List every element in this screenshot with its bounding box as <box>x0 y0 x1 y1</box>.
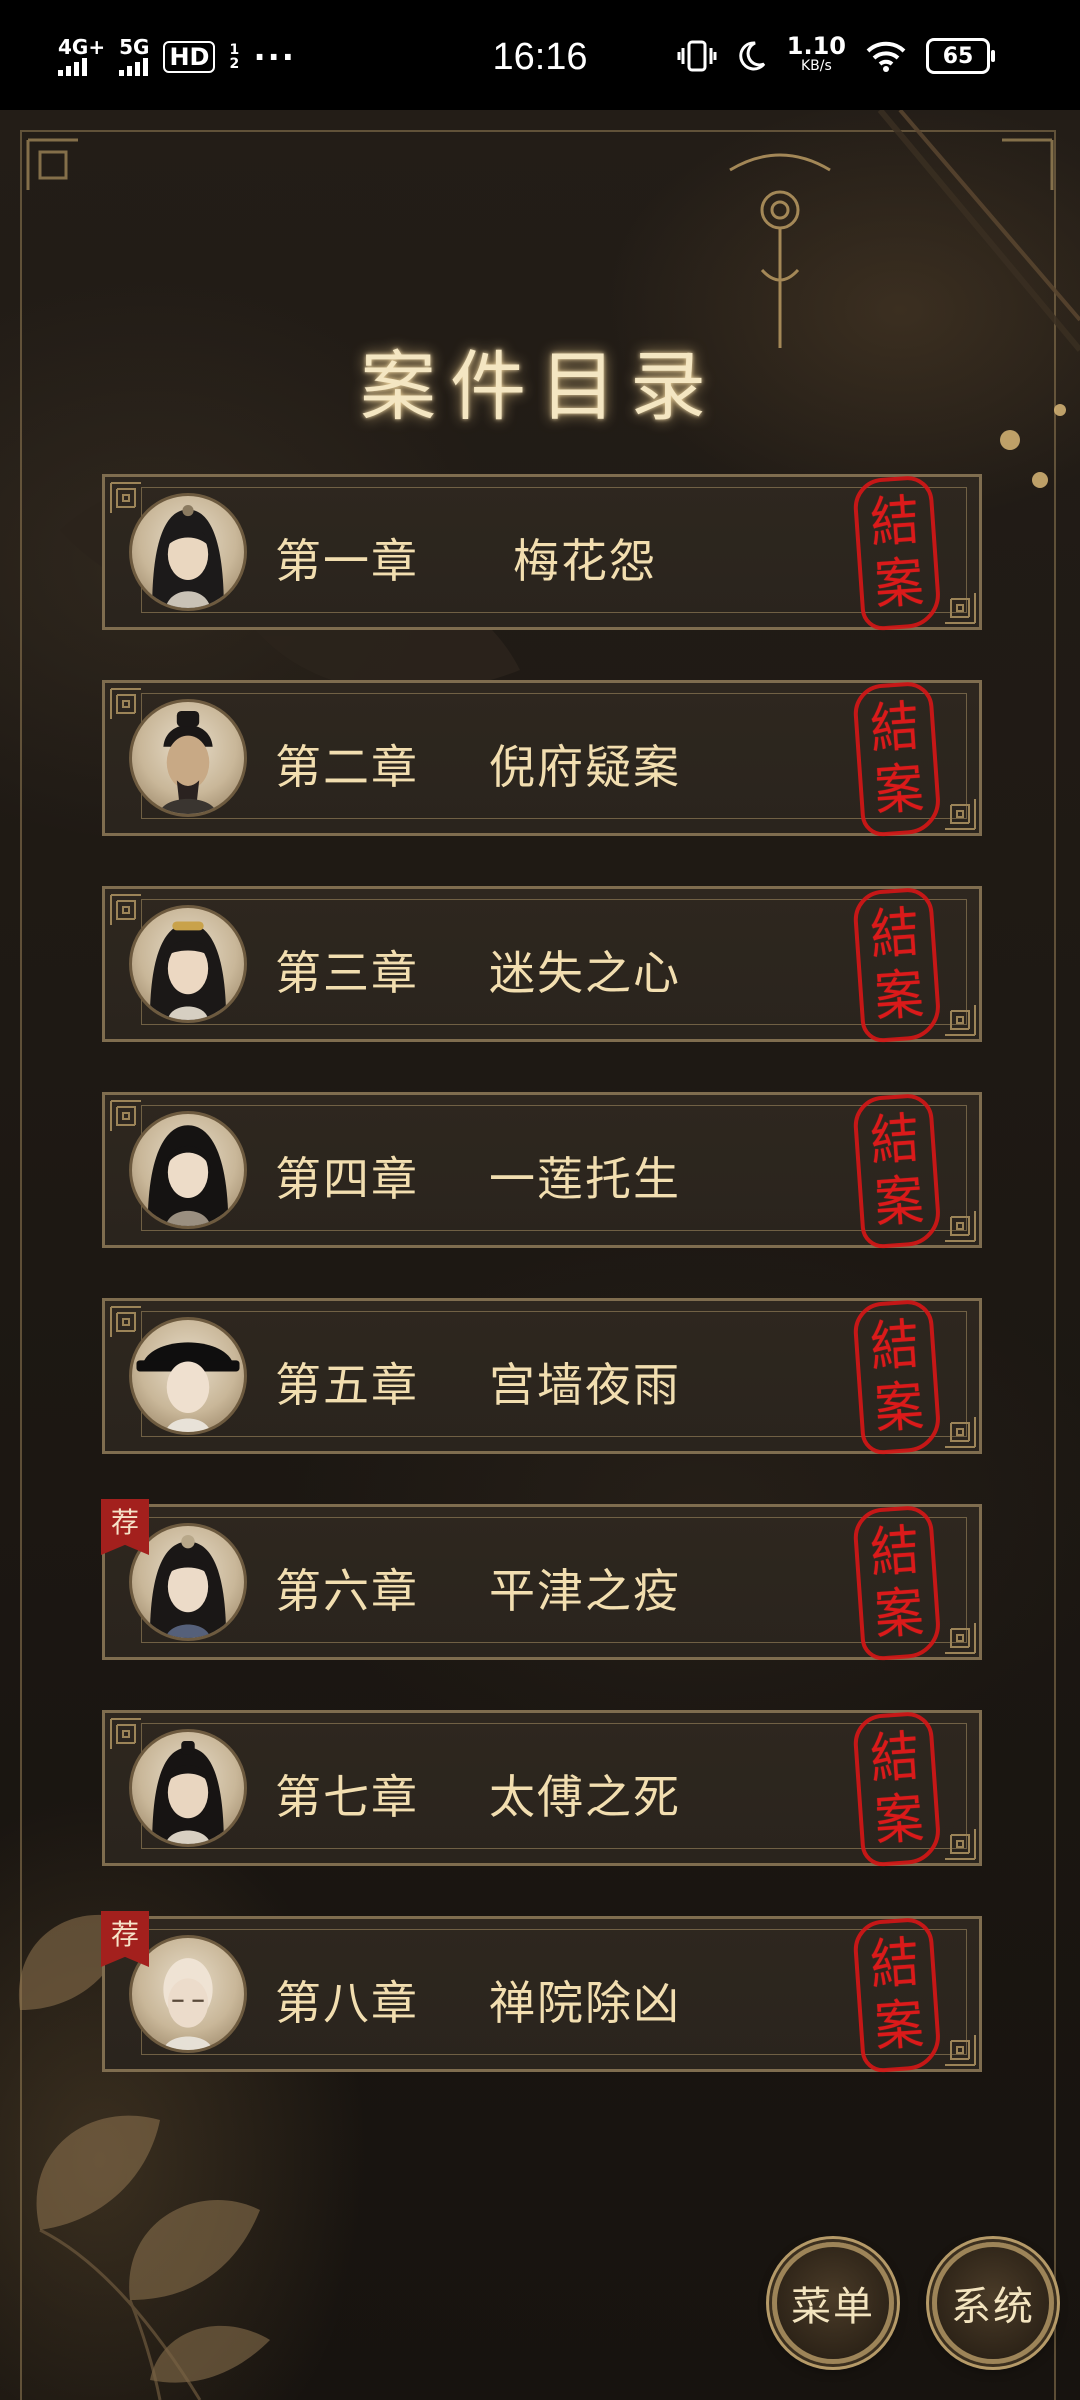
chapter-row-2[interactable]: 第二章 倪府疑案 結 案 <box>102 680 982 838</box>
stamp-char-top: 結 <box>868 900 922 967</box>
lattice-corner-icon <box>110 1100 141 1131</box>
stamp-char-bottom: 案 <box>872 1786 926 1853</box>
stamp-char-bottom: 案 <box>872 756 926 823</box>
stamp-char-top: 結 <box>868 1312 922 1379</box>
chapter-title: 梅花怨 <box>513 534 657 588</box>
chapter-number: 第二章 <box>275 740 419 794</box>
lattice-corner-icon <box>945 1829 976 1860</box>
chapter-row-7[interactable]: 第七章 太傅之死 結 案 <box>102 1710 982 1868</box>
chapter-title: 迷失之心 <box>489 946 681 1000</box>
chapter-title: 一莲托生 <box>489 1152 681 1206</box>
case-closed-stamp: 結 案 <box>851 1298 943 1456</box>
speed-unit: KB/s <box>800 58 832 74</box>
character-avatar <box>129 1317 247 1435</box>
case-closed-stamp: 結 案 <box>851 886 943 1044</box>
case-closed-stamp: 結 案 <box>851 474 943 632</box>
chapter-title: 平津之疫 <box>489 1564 681 1618</box>
chapter-row-8[interactable]: 荐 第八章 禅院除凶 結 案 <box>101 1911 982 2074</box>
chapter-title: 倪府疑案 <box>489 740 681 794</box>
stamp-char-top: 結 <box>868 1724 922 1791</box>
chapter-title: 太傅之死 <box>489 1770 681 1824</box>
character-avatar <box>129 493 247 611</box>
lattice-corner-icon <box>110 1306 141 1337</box>
stamp-char-bottom: 案 <box>872 1992 926 2059</box>
case-closed-stamp: 結 案 <box>851 1710 943 1868</box>
wifi-icon <box>866 41 906 72</box>
case-closed-stamp: 結 案 <box>851 680 943 838</box>
stamp-char-bottom: 案 <box>872 1580 926 1647</box>
stamp-char-bottom: 案 <box>872 962 926 1029</box>
character-avatar <box>129 905 247 1023</box>
speed-value: 1.10 <box>786 32 846 60</box>
chapter-row-3[interactable]: 第三章 迷失之心 結 案 <box>102 886 982 1044</box>
vibrate-icon <box>677 40 717 72</box>
stamp-char-top: 結 <box>868 488 922 555</box>
lattice-corner-icon <box>945 1211 976 1242</box>
lattice-corner-icon <box>110 894 141 925</box>
recommended-tag: 荐 <box>101 1499 149 1555</box>
chapter-row-4[interactable]: 第四章 一莲托生 結 案 <box>102 1092 982 1250</box>
moon-icon <box>739 41 765 71</box>
character-avatar <box>129 699 247 817</box>
lattice-corner-icon <box>110 482 141 513</box>
chapter-number: 第三章 <box>275 946 419 1000</box>
battery-level: 65 <box>942 43 974 69</box>
case-catalog-screen: 案件目录 第一章 梅花怨 結 案 第二章 倪府疑案 結 案 第三章 迷失之心 結… <box>0 110 1080 2400</box>
chapter-number: 第六章 <box>275 1564 419 1618</box>
chapter-number: 第五章 <box>275 1358 419 1412</box>
case-closed-stamp: 結 案 <box>851 1504 943 1662</box>
chapter-row-6[interactable]: 荐 第六章 平津之疫 結 案 <box>101 1499 982 1662</box>
stamp-char-top: 結 <box>868 1106 922 1173</box>
lattice-corner-icon <box>945 2035 976 2066</box>
lattice-corner-icon <box>945 1005 976 1036</box>
stamp-char-bottom: 案 <box>872 1374 926 1441</box>
stamp-char-bottom: 案 <box>872 1168 926 1235</box>
status-bar: 4G+ 5G HD 1 2 ··· 16:16 1.10 KB/s 65 <box>0 0 1080 110</box>
status-right: 1.10 KB/s 65 <box>677 32 995 76</box>
case-closed-stamp: 結 案 <box>851 1916 943 2074</box>
menu-button[interactable]: 菜单 <box>772 2242 894 2364</box>
stamp-char-top: 結 <box>868 1930 922 1997</box>
lattice-corner-icon <box>945 1417 976 1448</box>
chapter-number: 第八章 <box>275 1976 419 2030</box>
chapter-number: 第七章 <box>275 1770 419 1824</box>
chapter-number: 第四章 <box>275 1152 419 1206</box>
character-avatar <box>129 1729 247 1847</box>
system-button[interactable]: 系统 <box>932 2242 1054 2364</box>
battery-icon: 65 <box>926 38 995 74</box>
case-closed-stamp: 結 案 <box>851 1092 943 1250</box>
stamp-char-top: 結 <box>868 694 922 761</box>
chapter-row-1[interactable]: 第一章 梅花怨 結 案 <box>102 474 982 632</box>
stamp-char-top: 結 <box>868 1518 922 1585</box>
chapter-list: 第一章 梅花怨 結 案 第二章 倪府疑案 結 案 第三章 迷失之心 結 案 第四… <box>0 110 1080 2400</box>
network-speed: 1.10 KB/s <box>786 32 846 76</box>
lattice-corner-icon <box>945 799 976 830</box>
lattice-corner-icon <box>945 593 976 624</box>
lattice-corner-icon <box>110 688 141 719</box>
chapter-title: 禅院除凶 <box>489 1976 681 2030</box>
chapter-number: 第一章 <box>275 534 419 588</box>
chapter-title: 宫墙夜雨 <box>489 1358 681 1412</box>
lattice-corner-icon <box>110 1718 141 1749</box>
character-avatar <box>129 1111 247 1229</box>
recommended-tag: 荐 <box>101 1911 149 1967</box>
stamp-char-bottom: 案 <box>872 550 926 617</box>
chapter-row-5[interactable]: 第五章 宫墙夜雨 結 案 <box>102 1298 982 1456</box>
lattice-corner-icon <box>945 1623 976 1654</box>
